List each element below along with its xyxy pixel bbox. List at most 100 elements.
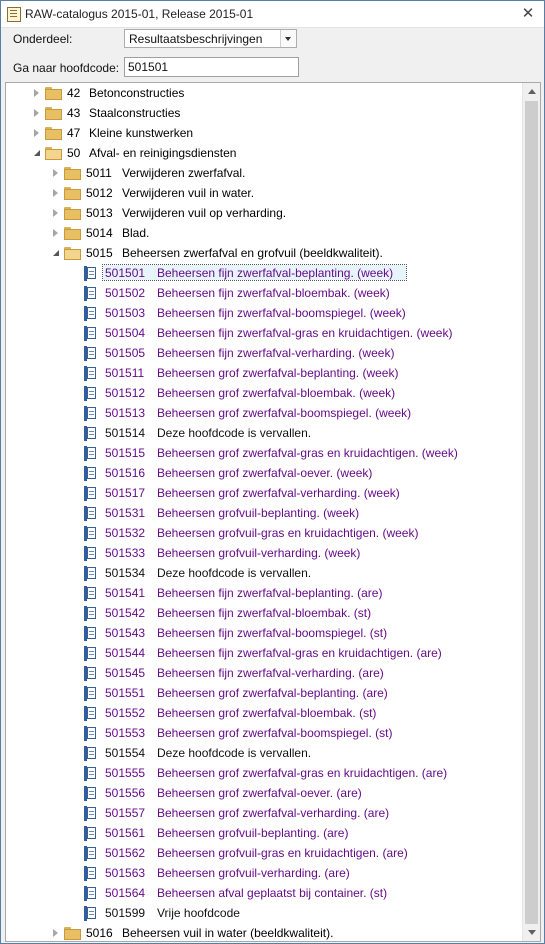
doc-line [89, 794, 94, 795]
expand-arrow-icon[interactable] [53, 229, 58, 237]
goto-code-field[interactable] [124, 57, 299, 77]
tree-item-row[interactable]: 501544 Beheersen fijn zwerfafval-gras en … [6, 643, 521, 663]
tree-folder-row[interactable]: 5012 Verwijderen vuil in water. [6, 183, 521, 203]
tree-item-row[interactable]: 501534 Deze hoofdcode is vervallen. [6, 563, 521, 583]
tree-item-row[interactable]: 501545 Beheersen fijn zwerfafval-verhardi… [6, 663, 521, 683]
tree-folder-row[interactable]: 5014 Blad. [6, 223, 521, 243]
tree-item-row[interactable]: 501551 Beheersen grof zwerfafval-beplanti… [6, 683, 521, 703]
tree-item-row[interactable]: 501553 Beheersen grof zwerfafval-boomspie… [6, 723, 521, 743]
tree-item-row[interactable]: 501505 Beheersen fijn zwerfafval-verhardi… [6, 343, 521, 363]
doc-line [89, 631, 94, 632]
tree-item-row[interactable]: 501501 Beheersen fijn zwerfafval-beplanti… [6, 263, 521, 283]
tree-item-row[interactable]: 501563 Beheersen grofvuil-verharding. (ar… [6, 863, 521, 883]
doc-sheet [87, 327, 96, 339]
doc-sheet [87, 807, 96, 819]
tree-item-row[interactable]: 501561 Beheersen grofvuil-beplanting. (ar… [6, 823, 521, 843]
item-code: 501543 [105, 626, 146, 640]
expand-arrow-icon[interactable] [53, 209, 58, 217]
vertical-scrollbar[interactable] [522, 83, 540, 941]
item-code: 501533 [105, 546, 146, 560]
tree-item-row[interactable]: 501552 Beheersen grof zwerfafval-bloembak… [6, 703, 521, 723]
collapse-arrow-icon[interactable] [34, 150, 40, 156]
scroll-thumb[interactable] [525, 101, 538, 925]
tree-item-row[interactable]: 501557 Beheersen grof zwerfafval-verhardi… [6, 803, 521, 823]
expand-arrow-icon[interactable] [34, 89, 39, 97]
tree-folder-row[interactable]: 5015 Beheersen zwerfafval en grofvuil (be… [6, 243, 521, 263]
folder-body [45, 149, 62, 160]
goto-code-input[interactable] [128, 60, 288, 74]
item-code: 501511 [105, 366, 145, 380]
collapse-arrow-icon[interactable] [53, 250, 59, 256]
tree-item-row[interactable]: 501541 Beheersen fijn zwerfafval-beplanti… [6, 583, 521, 603]
folder-label: Staalconstructies [89, 106, 181, 120]
tree-item-row[interactable]: 501542 Beheersen fijn zwerfafval-bloembak… [6, 603, 521, 623]
expand-arrow-icon[interactable] [53, 189, 58, 197]
tree-item-row[interactable]: 501502 Beheersen fijn zwerfafval-bloembak… [6, 283, 521, 303]
item-label: Beheersen grof zwerfafval-beplanting. (a… [157, 686, 388, 700]
document-icon [84, 326, 97, 341]
close-icon[interactable]: ✕ [518, 4, 538, 24]
expand-arrow-icon[interactable] [53, 169, 58, 177]
tree-folder-row[interactable]: 50 Afval- en reinigingsdiensten [6, 143, 521, 163]
scroll-up-icon[interactable] [523, 83, 540, 100]
folder-icon [45, 127, 62, 140]
document-icon [84, 566, 97, 581]
tree-item-row[interactable]: 501554 Deze hoofdcode is vervallen. [6, 743, 521, 763]
tree-folder-row[interactable]: 5016 Beheersen vuil in water (beeldkwalit… [6, 923, 521, 941]
document-icon [84, 806, 97, 821]
catalog-tree[interactable]: 42 Betonconstructies 43 Staalconstructies 47… [5, 82, 541, 942]
tree-folder-row[interactable]: 42 Betonconstructies [6, 83, 521, 103]
doc-line [89, 354, 94, 355]
tree-item-row[interactable]: 501513 Beheersen grof zwerfafval-boomspie… [6, 403, 521, 423]
tree-item-row[interactable]: 501517 Beheersen grof zwerfafval-verhardi… [6, 483, 521, 503]
tree-item-row[interactable]: 501503 Beheersen fijn zwerfafval-boomspie… [6, 303, 521, 323]
item-label: Beheersen fijn zwerfafval-beplanting. (w… [157, 266, 394, 280]
doc-line [89, 671, 94, 672]
tree-item-row[interactable]: 501562 Beheersen grofvuil-gras en kruidac… [6, 843, 521, 863]
doc-line [89, 314, 94, 315]
doc-sheet [87, 467, 96, 479]
expand-arrow-icon[interactable] [34, 109, 39, 117]
doc-line [89, 531, 94, 532]
onderdeel-select[interactable]: Resultaatsbeschrijvingen [124, 29, 297, 48]
tree-folder-row[interactable]: 47 Kleine kunstwerken [6, 123, 521, 143]
doc-line [89, 834, 94, 835]
tree-folder-row[interactable]: 5013 Verwijderen vuil op verharding. [6, 203, 521, 223]
chevron-down-icon[interactable] [280, 30, 296, 47]
tree-item-row[interactable]: 501515 Beheersen grof zwerfafval-gras en … [6, 443, 521, 463]
document-icon [84, 446, 97, 461]
tree-item-row[interactable]: 501516 Beheersen grof zwerfafval-oever. (… [6, 463, 521, 483]
tree-item-row[interactable]: 501504 Beheersen fijn zwerfafval-gras en … [6, 323, 521, 343]
tree-item-row[interactable]: 501511 Beheersen grof zwerfafval-beplanti… [6, 363, 521, 383]
tree-item-row[interactable]: 501512 Beheersen grof zwerfafval-bloembak… [6, 383, 521, 403]
tree-item-row[interactable]: 501543 Beheersen fijn zwerfafval-boomspie… [6, 623, 521, 643]
tree-item-row[interactable]: 501555 Beheersen grof zwerfafval-gras en … [6, 763, 521, 783]
folder-body [64, 209, 81, 220]
tree-item-row[interactable]: 501556 Beheersen grof zwerfafval-oever. (… [6, 783, 521, 803]
tree-item-row[interactable]: 501599 Vrije hoofdcode [6, 903, 521, 923]
folder-open-icon [64, 247, 81, 260]
tree-item-row[interactable]: 501564 Beheersen afval geplaatst bij cont… [6, 883, 521, 903]
doc-line [89, 791, 94, 792]
item-label: Beheersen fijn zwerfafval-gras en kruida… [157, 326, 453, 340]
tree-item-row[interactable]: 501533 Beheersen grofvuil-verharding. (we… [6, 543, 521, 563]
item-code: 501599 [105, 906, 146, 920]
folder-code: 5011 [86, 166, 112, 180]
item-label: Deze hoofdcode is vervallen. [157, 746, 312, 760]
tree-folder-row[interactable]: 43 Staalconstructies [6, 103, 521, 123]
item-code: 501501 [105, 266, 146, 280]
tree-folder-row[interactable]: 5011 Verwijderen zwerfafval. [6, 163, 521, 183]
item-code: 501545 [105, 666, 146, 680]
document-icon [84, 386, 97, 401]
doc-sheet [87, 867, 96, 879]
doc-line [89, 691, 94, 692]
folder-code: 5014 [86, 226, 113, 240]
tree-item-row[interactable]: 501531 Beheersen grofvuil-beplanting. (we… [6, 503, 521, 523]
tree-item-row[interactable]: 501532 Beheersen grofvuil-gras en kruidac… [6, 523, 521, 543]
expand-arrow-icon[interactable] [34, 129, 39, 137]
doc-sheet [87, 827, 96, 839]
expand-arrow-icon[interactable] [53, 929, 58, 937]
doc-line [89, 654, 94, 655]
tree-item-row[interactable]: 501514 Deze hoofdcode is vervallen. [6, 423, 521, 443]
scroll-down-icon[interactable] [523, 924, 540, 941]
